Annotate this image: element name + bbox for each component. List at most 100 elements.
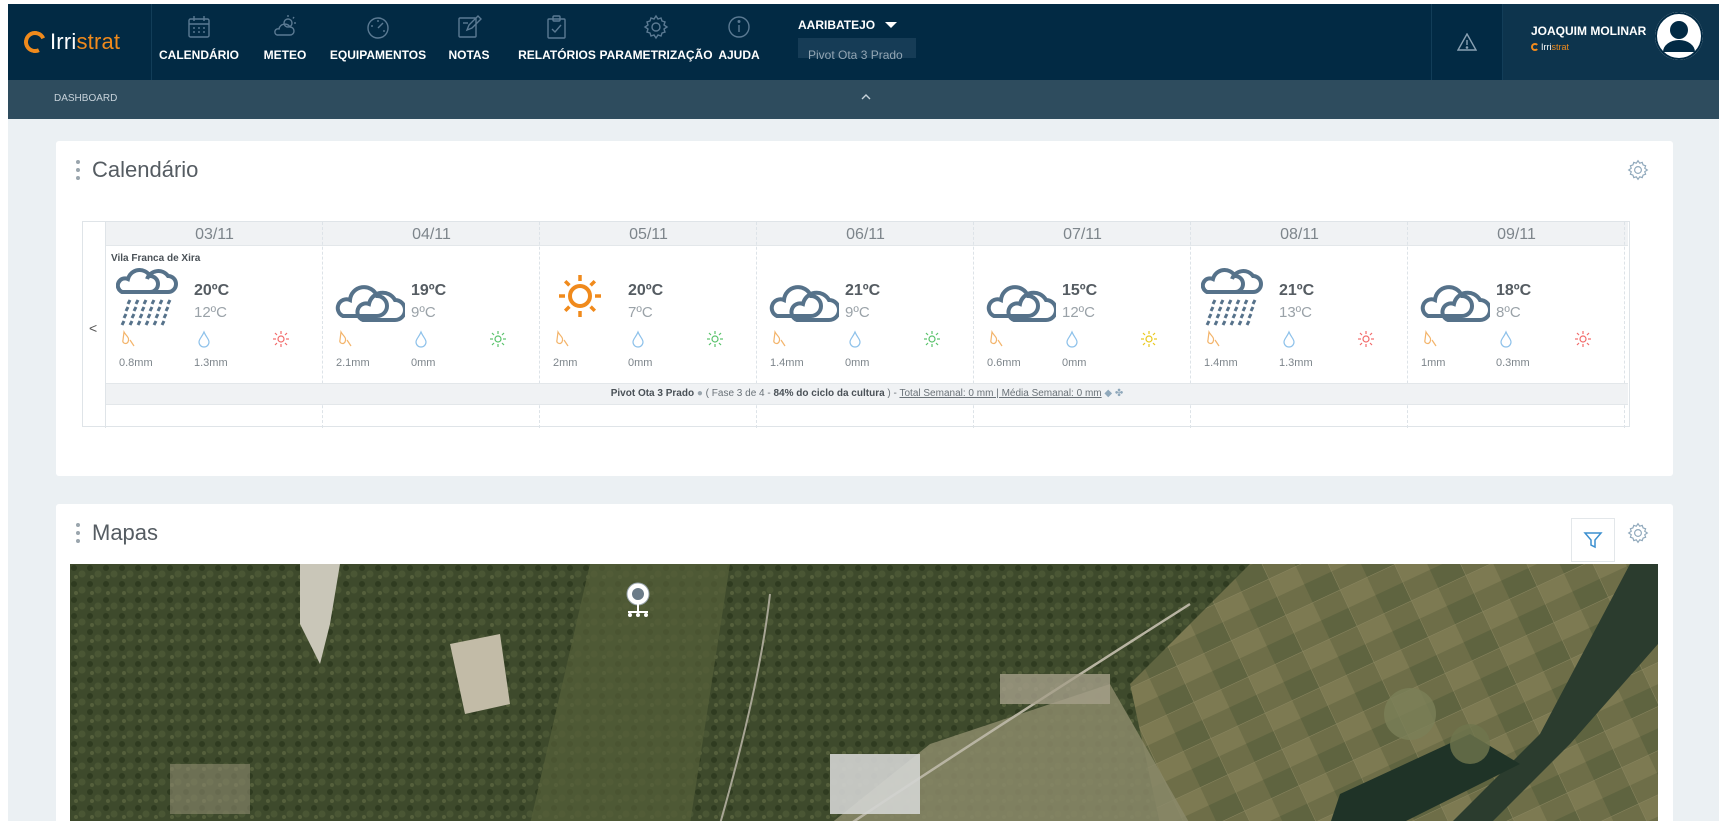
temp-min: 12ºC (194, 304, 227, 321)
rain-amount: 2mm (553, 357, 578, 369)
clipboard-icon (547, 15, 566, 39)
weather-calendar: < Vila Franca de Xira 03/11 20ºC 12ºC 0.8mm… (82, 221, 1630, 428)
sun-icon (559, 275, 601, 317)
breadcrumb[interactable]: DASHBOARD (54, 93, 117, 104)
farm-name: AARIBATEJO (798, 18, 876, 32)
pivot-marker-icon[interactable] (624, 582, 652, 623)
irrigation-amount: 0mm (628, 357, 653, 369)
nav-equipamentos[interactable]: EQUIPAMENTOS (330, 4, 426, 80)
logo-mark-icon (20, 27, 50, 57)
irrigation-drop-icon (1281, 330, 1297, 348)
user-icon (1655, 12, 1703, 60)
cloud-rain-icon (1201, 268, 1263, 326)
app-frame: Irristrat CALENDÁRIO METEO EQUIPAMENTOS (8, 4, 1719, 821)
rain-amount: 0.6mm (987, 357, 1021, 369)
temp-max: 20ºC (194, 282, 230, 299)
drag-handle-icon[interactable] (76, 523, 80, 543)
cloud-icon (769, 285, 839, 322)
nav-parametrizacao[interactable]: PARAMETRIZAÇÃO (599, 4, 713, 80)
cloud-icon (1420, 285, 1490, 322)
rain-amount: 2.1mm (336, 357, 370, 369)
irrigation-drop-icon (847, 330, 863, 348)
irrigation-amount: 0mm (845, 357, 870, 369)
water-status-icon (1574, 330, 1592, 348)
temp-max: 18ºC (1496, 282, 1532, 299)
logo-mark-icon (1531, 43, 1539, 51)
temp-max: 21ºC (845, 282, 881, 299)
avatar[interactable] (1655, 12, 1703, 60)
irrigation-drop-icon (196, 330, 212, 348)
drag-handle-icon[interactable] (76, 160, 80, 180)
calendar-prev-button[interactable]: < (83, 222, 106, 428)
panel-title-calendar: Calendário (92, 157, 199, 182)
water-status-icon (706, 330, 724, 348)
nav-notas[interactable]: NOTAS (444, 4, 494, 80)
rain-gauge-icon (337, 329, 353, 348)
sub-bar: DASHBOARD (8, 80, 1719, 119)
temp-max: 20ºC (628, 282, 664, 299)
warning-icon (1457, 33, 1477, 51)
temp-min: 7ºC (628, 304, 653, 321)
maps-panel: Mapas (56, 504, 1673, 821)
top-nav: Irristrat CALENDÁRIO METEO EQUIPAMENTOS (8, 4, 1719, 80)
water-status-icon (1140, 330, 1158, 348)
calendar-icon (188, 16, 210, 38)
caret-down-icon (885, 22, 898, 28)
irrigation-drop-icon (413, 330, 429, 348)
cycle-percent: 84% do ciclo da cultura (773, 388, 885, 399)
cloud-rain-icon (116, 268, 178, 326)
alerts-button[interactable] (1431, 4, 1503, 80)
edit-icon (458, 15, 482, 38)
temp-max: 15ºC (1062, 282, 1098, 299)
day-date: 04/11 (412, 226, 451, 243)
rain-amount: 0.8mm (119, 357, 153, 369)
calendar-settings-gear-icon[interactable] (1627, 159, 1649, 186)
brand-logo[interactable]: Irristrat (8, 4, 152, 80)
pivot-summary-row: Pivot Ota 3 Prado ● ( Fase 3 de 4 - 84% … (106, 383, 1628, 405)
gear-icon (643, 14, 669, 40)
temp-max: 21ºC (1279, 282, 1315, 299)
irrigation-amount: 1.3mm (1279, 357, 1313, 369)
day-date: 05/11 (629, 226, 668, 243)
day-date: 09/11 (1497, 226, 1536, 243)
irrigation-drop-icon (1064, 330, 1080, 348)
maps-settings-gear-icon[interactable] (1627, 522, 1649, 549)
filter-icon (1583, 532, 1603, 549)
nav-calendario[interactable]: CALENDÁRIO (159, 4, 239, 80)
pivot-name[interactable]: Pivot Ota 3 Prado (611, 388, 694, 399)
collapse-chevron-up-icon[interactable] (860, 90, 872, 108)
rain-amount: 1.4mm (1204, 357, 1238, 369)
pivot-subtitle: Pivot Ota 3 Prado (808, 48, 903, 62)
cloud-icon (986, 285, 1056, 322)
brand-name: Irristrat (50, 29, 121, 54)
info-icon (728, 16, 750, 38)
rain-gauge-icon (120, 329, 136, 348)
nav-relatorios[interactable]: RELATÓRIOS (518, 4, 596, 80)
temp-min: 8ºC (1496, 304, 1521, 321)
nav-meteo[interactable]: METEO (260, 4, 310, 80)
rain-amount: 1mm (1421, 357, 1446, 369)
rain-gauge-icon (554, 329, 570, 348)
temp-min: 9ºC (845, 304, 870, 321)
temp-min: 12ºC (1062, 304, 1095, 321)
temp-min: 9ºC (411, 304, 436, 321)
rain-gauge-icon (1205, 329, 1221, 348)
rain-gauge-icon (771, 329, 787, 348)
sprinkler-icon: ✤ (1114, 388, 1124, 399)
day-date: 07/11 (1063, 226, 1102, 243)
water-status-icon (489, 330, 507, 348)
day-date: 08/11 (1280, 226, 1319, 243)
irrigation-amount: 0mm (411, 357, 436, 369)
day-date: 06/11 (846, 226, 885, 243)
temp-max: 19ºC (411, 282, 447, 299)
rain-gauge-icon (1422, 329, 1438, 348)
panel-title-maps: Mapas (92, 520, 159, 545)
water-status-icon (1357, 330, 1375, 348)
weekly-totals-link[interactable]: Total Semanal: 0 mm | Média Semanal: 0 m… (899, 388, 1101, 399)
water-status-icon (923, 330, 941, 348)
satellite-map[interactable] (70, 564, 1658, 821)
nav-ajuda[interactable]: AJUDA (714, 4, 764, 80)
rain-amount: 1.4mm (770, 357, 804, 369)
user-menu[interactable]: JOAQUIM MOLINAR Irri strat (1503, 4, 1719, 80)
map-filter-button[interactable] (1571, 518, 1615, 562)
